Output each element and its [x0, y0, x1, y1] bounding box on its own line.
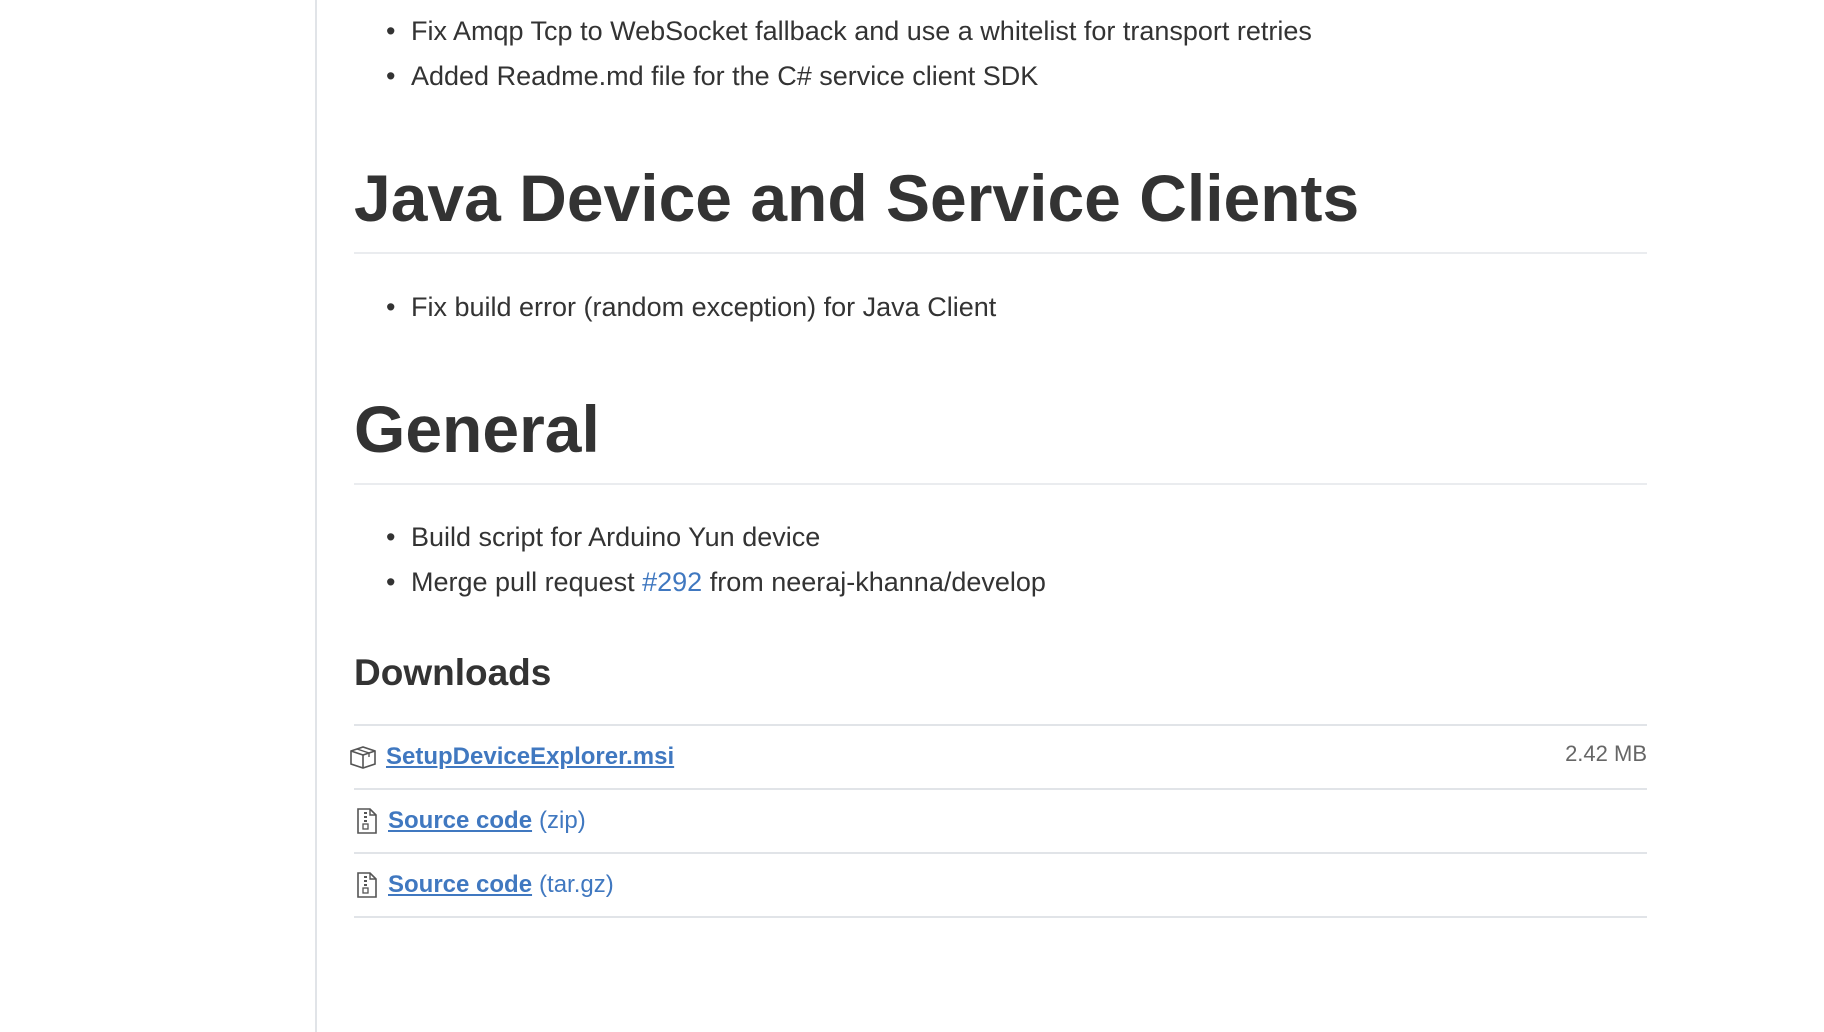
download-row-msi[interactable]: SetupDeviceExplorer.msi 2.42 MB — [350, 726, 1647, 790]
file-extension[interactable]: (tar.gz) — [539, 871, 614, 899]
package-icon — [348, 743, 378, 771]
file-size: 2.42 MB — [1565, 741, 1647, 766]
file-extension[interactable]: (zip) — [539, 807, 586, 835]
downloads-list: SetupDeviceExplorer.msi 2.42 MB Source c… — [350, 724, 1647, 918]
csharp-notes-list: Fix Amqp Tcp to WebSocket fallback and u… — [354, 9, 1312, 99]
list-item: Fix build error (random exception) for J… — [386, 285, 996, 330]
setup-device-explorer-link[interactable]: SetupDeviceExplorer.msi — [386, 743, 674, 771]
file-zip-icon — [354, 871, 380, 899]
download-row-zip[interactable]: Source code (zip) — [354, 790, 1647, 854]
source-code-zip-link[interactable]: Source code — [388, 807, 532, 835]
general-notes-list: Build script for Arduino Yun device Merg… — [354, 515, 1046, 605]
java-section-heading: Java Device and Service Clients — [354, 158, 1647, 254]
list-item: Added Readme.md file for the C# service … — [386, 54, 1312, 99]
download-row-targz[interactable]: Source code (tar.gz) — [354, 854, 1647, 918]
list-item: Merge pull request #292 from neeraj-khan… — [386, 560, 1046, 605]
file-zip-icon — [354, 807, 380, 835]
list-item: Build script for Arduino Yun device — [386, 515, 1046, 560]
downloads-heading: Downloads — [354, 652, 552, 693]
merge-text-prefix: Merge pull request — [411, 567, 643, 597]
java-notes-list: Fix build error (random exception) for J… — [354, 285, 996, 330]
merge-text-suffix: from neeraj-khanna/develop — [702, 567, 1046, 597]
left-rail — [0, 0, 317, 1032]
pull-request-link[interactable]: #292 — [642, 567, 702, 597]
list-item: Fix Amqp Tcp to WebSocket fallback and u… — [386, 9, 1312, 54]
general-section-heading: General — [354, 389, 1647, 485]
source-code-targz-link[interactable]: Source code — [388, 871, 532, 899]
